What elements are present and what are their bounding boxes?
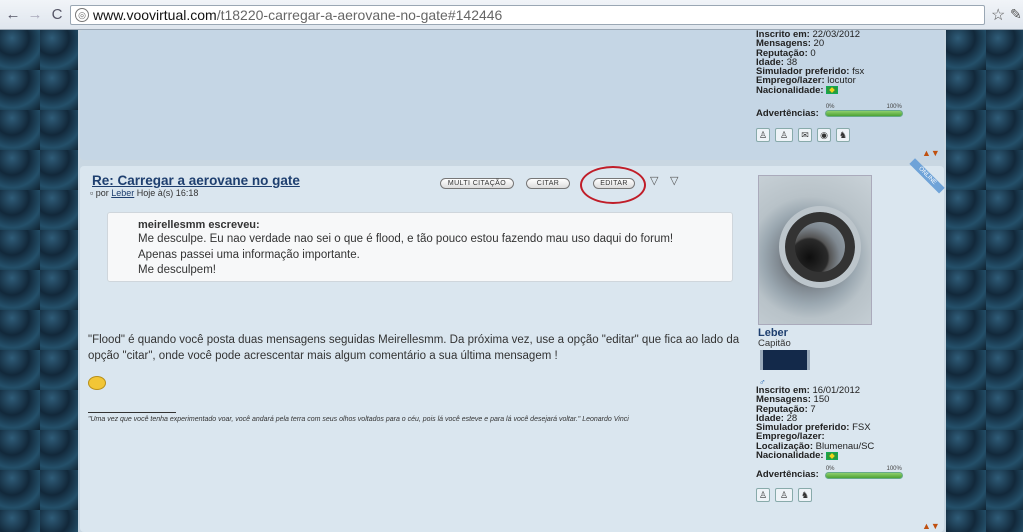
profile-icon[interactable]: ♙: [756, 128, 770, 143]
post-time: Hoje à(s) 16:18: [136, 188, 199, 198]
warn-min: 0%: [825, 465, 835, 472]
quote-text: Me desculpe. Eu nao verdade nao sei o qu…: [138, 233, 674, 276]
page-background-right: [946, 30, 1023, 532]
back-arrow-icon[interactable]: ←: [4, 6, 22, 24]
signature-divider: [88, 412, 176, 413]
avatar: [758, 175, 872, 325]
warn-max: 100%: [886, 104, 902, 111]
post2-profile: Inscrito em: 16/01/2012 Mensagens: 150 R…: [756, 386, 903, 502]
post: Re: Carregar a aerovane no gate ▫ por Le…: [80, 158, 945, 532]
multi-quote-button[interactable]: MULTI CITAÇÃO: [440, 178, 514, 189]
label: Nacionalidade:: [756, 450, 824, 462]
reload-icon[interactable]: C: [48, 6, 66, 24]
aim-icon[interactable]: ♞: [836, 128, 850, 143]
quote-button[interactable]: CITAR: [526, 178, 570, 189]
url-path: /t18220-carregar-a-aerovane-no-gate#1424…: [216, 7, 503, 23]
value: 0: [810, 47, 816, 59]
rank: Capitão: [758, 338, 791, 349]
post-icon: ▫: [90, 188, 94, 198]
post1-profile: Inscrito em: 22/03/2012 Mensagens: 20 Re…: [756, 30, 903, 143]
profile-icon[interactable]: ♙: [756, 487, 770, 502]
value: locutor: [827, 75, 856, 87]
url-host: www.voovirtual.com: [93, 7, 217, 23]
site-info-icon[interactable]: ◎: [75, 8, 89, 22]
scroll-arrows-icon[interactable]: ▲▼: [922, 521, 940, 531]
warnings-label: Advertências:: [756, 469, 819, 481]
website-icon[interactable]: ◉: [817, 128, 831, 143]
thumbs-up-smiley-icon: [88, 376, 106, 390]
lock-report-icon[interactable]: ▽: [670, 174, 678, 187]
post-meta: ▫ por Leber Hoje à(s) 16:18: [90, 188, 198, 198]
value: FSX: [852, 422, 871, 434]
value: 7: [810, 403, 816, 415]
signature: "Uma vez que você tenha experimentado vo…: [88, 416, 629, 423]
private-message-icon[interactable]: ♙: [775, 487, 793, 502]
forward-arrow-icon[interactable]: →: [26, 6, 44, 24]
previous-post: Inscrito em: 22/03/2012 Mensagens: 20 Re…: [80, 30, 944, 160]
aim-icon[interactable]: ♞: [798, 487, 812, 502]
warnings-label: Advertências:: [756, 108, 819, 120]
online-badge: ONLINE: [909, 158, 945, 194]
page-background-left: [0, 30, 78, 532]
private-message-icon[interactable]: ♙: [775, 128, 793, 143]
brazil-flag-icon: [826, 451, 839, 460]
author-link[interactable]: Leber: [111, 188, 134, 198]
email-icon[interactable]: ✉: [798, 128, 812, 143]
rank-insignia-image: [760, 350, 810, 370]
quote-box: meirellesmm escreveu: Me desculpe. Eu na…: [107, 212, 733, 282]
warn-min: 0%: [825, 104, 835, 111]
meta-prefix: por: [95, 188, 109, 198]
address-bar[interactable]: ◎ www.voovirtual.com /t18220-carregar-a-…: [70, 5, 985, 25]
label: Nacionalidade:: [756, 84, 824, 96]
warnings-bar: 0% 100%: [824, 104, 903, 118]
scroll-arrows-icon[interactable]: ▲▼: [922, 148, 940, 158]
quote-author: meirellesmm escreveu:: [138, 219, 260, 231]
browser-toolbar: ← → C ◎ www.voovirtual.com /t18220-carre…: [0, 0, 1023, 30]
post-title[interactable]: Re: Carregar a aerovane no gate: [92, 173, 300, 188]
highlight-circle: [580, 166, 646, 204]
report-icon[interactable]: ▽: [650, 174, 658, 187]
post-body: "Flood" é quando você posta duas mensage…: [88, 334, 740, 362]
value: 150: [813, 394, 830, 406]
wrench-menu-icon[interactable]: ✎: [1010, 6, 1022, 23]
bookmark-star-icon[interactable]: ☆: [991, 5, 1005, 25]
warn-max: 100%: [886, 465, 902, 472]
warnings-bar: 0% 100%: [824, 466, 903, 479]
brazil-flag-icon: [826, 86, 839, 95]
forum-content: Inscrito em: 22/03/2012 Mensagens: 20 Re…: [78, 30, 946, 532]
